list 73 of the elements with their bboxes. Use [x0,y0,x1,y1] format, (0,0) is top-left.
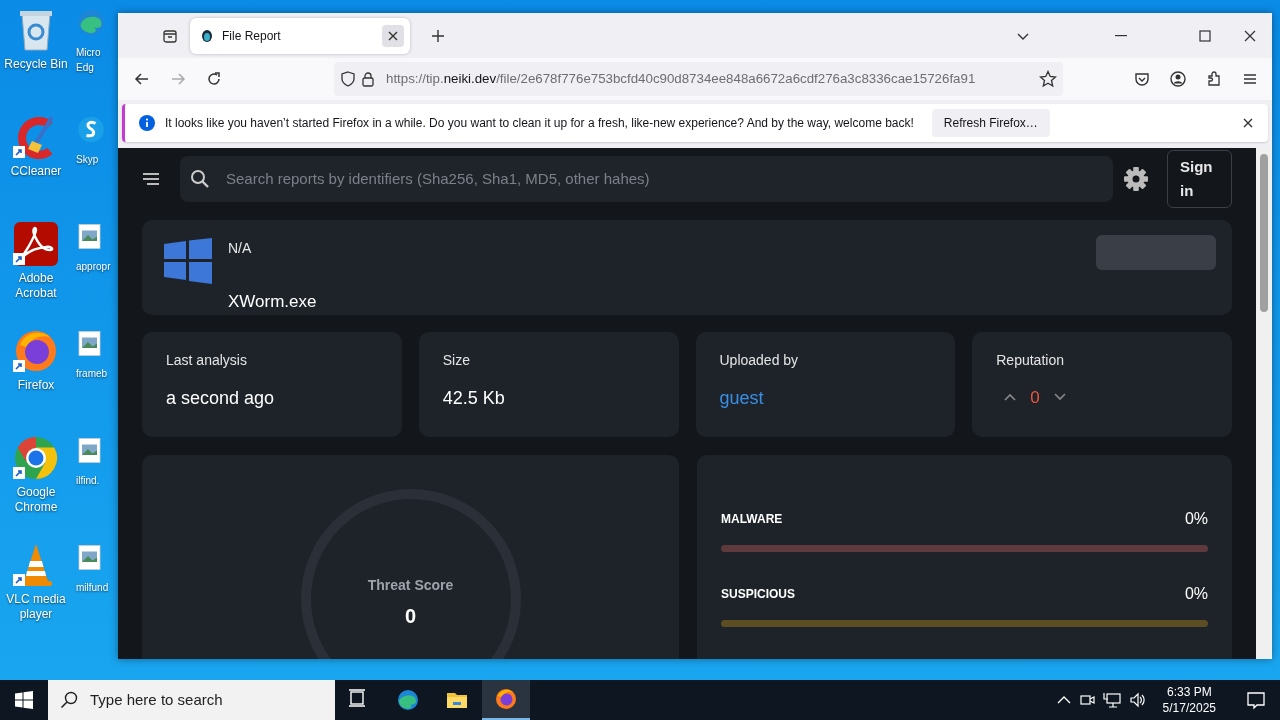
stat-label: Uploaded by [719,350,800,370]
maximize-icon [1198,28,1212,43]
taskbar-app-button[interactable] [482,680,530,720]
windows-logo-icon [164,238,212,284]
stat-value: 42.5 Kb [442,386,506,410]
volume-icon[interactable] [1128,691,1147,709]
verdict-percent: 0% [1184,508,1208,529]
info-icon [139,115,155,131]
desktop-icon-label[interactable]: VLC media player [0,592,72,622]
lock-icon[interactable] [360,71,376,87]
tab-list-icon[interactable] [162,27,178,44]
threat-score-label: Threat Score [366,575,455,595]
scrollbar[interactable] [1256,148,1272,659]
search-bar[interactable]: Search reports by identifiers (Sha256, Sha1, MD5, other hahes) [180,156,1113,202]
chevron-up-icon[interactable] [1056,695,1071,705]
hamburger-menu-icon[interactable] [142,171,160,187]
fox-browser-icon [494,687,518,711]
desktop-icon-label[interactable]: Adobe Acrobat [0,271,72,301]
platform-label: N/A [228,239,253,258]
uploader-link[interactable]: guest [719,384,764,412]
threat-score-value: 0 [403,603,418,629]
desktop-icon-label[interactable]: appropr [76,259,111,274]
refresh-firefox-button[interactable]: Refresh Firefox… [931,109,1050,137]
menu-icon [1242,71,1258,87]
account-icon [1170,71,1186,87]
stat-label: Last analysis [166,350,248,370]
taskbar-search-bar[interactable]: Type here to search [48,680,335,720]
verdict-percent: 0% [1184,583,1208,604]
search-input[interactable]: Search reports by identifiers (Sha256, Sha1, MD5, other hahes) [224,166,1113,192]
desktop-icon-label[interactable]: Micro Edg [76,45,114,75]
reload-icon [206,71,222,87]
chat-bubble-icon [1246,690,1266,710]
reputation-value: 0 [1030,386,1040,409]
minimize-icon [1115,34,1127,37]
network-icon[interactable] [1102,691,1121,709]
plus-icon [431,28,445,43]
pocket-icon [1134,71,1150,87]
upvote-icon[interactable] [1004,393,1017,402]
back-arrow-icon [134,71,150,87]
desktop-icon-label[interactable]: milfund [76,580,109,595]
search-icon [60,691,78,709]
close-tab-button[interactable] [382,24,404,47]
stat-label: Size [442,350,471,370]
downvote-icon[interactable] [1053,393,1066,402]
desktop-icon-label[interactable]: Recycle Bin [4,57,68,72]
star-icon[interactable] [1039,70,1057,88]
desktop-icon-label[interactable]: CCleaner [10,164,62,179]
taskbar-search-input[interactable]: Type here to search [88,687,335,713]
close-icon [1243,118,1253,128]
desktop-icon-label[interactable]: frameb [76,366,108,381]
desktop-icon-label[interactable]: ilfind. [76,473,100,488]
desktop-icon-label[interactable]: Google Chrome [0,485,72,515]
shield-icon[interactable] [340,71,356,87]
forward-arrow-icon [170,71,186,87]
stat-label: Reputation [996,350,1065,370]
desktop-icon-label[interactable]: Skyp [76,152,99,167]
search-icon [190,169,210,189]
sign-in-button[interactable]: Sign in [1167,150,1232,208]
clock-time[interactable]: 6:33 PM [1162,684,1216,700]
clock-date[interactable]: 5/17/2025 [1162,700,1216,716]
notification-message: It looks like you haven’t started Firefox in a while. Do you want to clean it up for a fresh, like-new experience? And by the way, welcome back! [165,115,914,132]
windows-logo-icon [15,691,33,709]
site-bug-icon [200,28,214,43]
browser-tab[interactable]: File Report [190,17,410,54]
file-name: XWorm.exe [228,291,317,313]
pdf-app-icon[interactable] [12,220,60,268]
stat-value: a second ago [166,386,276,410]
close-icon [388,30,398,41]
verdict-label: SUSPICIOUS [721,585,795,603]
puzzle-icon [1206,71,1222,87]
close-icon [1243,28,1257,43]
desktop-icon-label[interactable]: Firefox [17,378,55,393]
verdict-label: MALWARE [721,510,783,528]
